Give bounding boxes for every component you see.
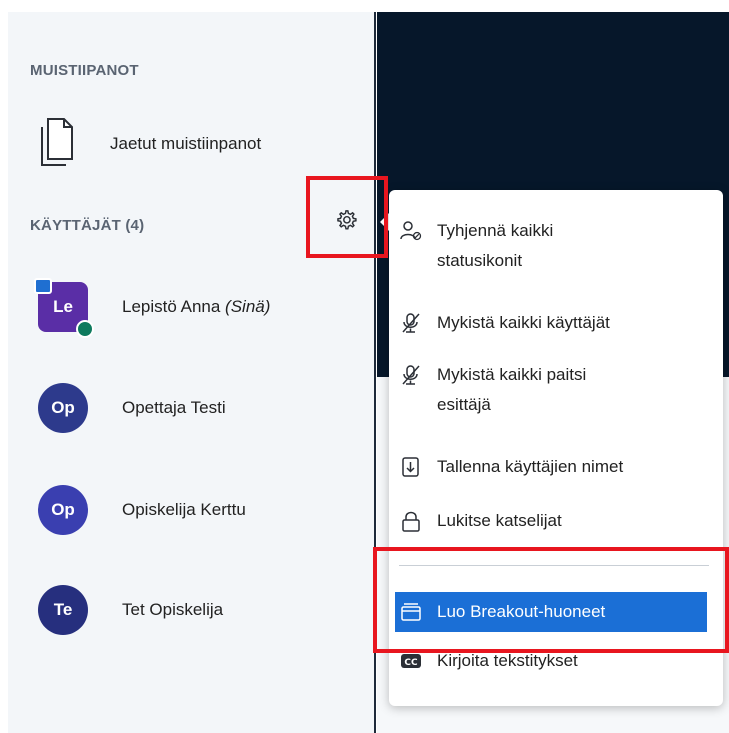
users-section-title: KÄYTTÄJÄT (4) [30, 217, 145, 234]
menu-item-label-line2: esittäjä [437, 395, 491, 414]
svg-text:CC: CC [404, 658, 418, 668]
save-user-names-menu-item[interactable]: Tallenna käyttäjien nimet [399, 452, 713, 482]
user-name: Opettaja Testi [122, 398, 226, 417]
lock-viewers-menu-item[interactable]: Lukitse katselijat [399, 506, 713, 536]
mic-off-icon [399, 360, 423, 390]
avatar: Le [34, 278, 94, 338]
menu-item-label: Mykistä kaikki paitsi esittäjä [437, 360, 586, 420]
user-name-text: Lepistö Anna [122, 297, 221, 316]
user-list-item-lepisto[interactable]: Le Lepistö Anna (Sinä) [34, 275, 270, 339]
avatar-initials: Op [51, 500, 75, 519]
notes-section-title: MUISTIIPANOT [30, 62, 139, 79]
avatar: Op [38, 383, 88, 433]
menu-item-label-line1: Tyhjennä kaikki [437, 221, 554, 240]
avatar-initials: Op [51, 398, 75, 417]
menu-item-label: Tallenna käyttäjien nimet [437, 457, 624, 476]
breakout-highlight-box [373, 547, 729, 653]
microphone-icon [76, 320, 94, 338]
mic-off-icon [399, 308, 423, 338]
lock-icon [399, 506, 423, 536]
user-name: Tet Opiskelija [122, 600, 224, 619]
menu-item-label-line1: Mykistä kaikki paitsi [437, 365, 587, 384]
gear-highlight-box [306, 176, 388, 258]
menu-item-label-line2: statusikonit [437, 251, 523, 270]
clear-status-icon [399, 216, 423, 246]
avatar: Te [38, 585, 88, 635]
download-icon [399, 452, 423, 482]
user-list-item-tet[interactable]: Te Tet Opiskelija [38, 578, 223, 642]
presenter-icon [34, 278, 52, 294]
menu-item-label: Lukitse katselijat [437, 511, 562, 530]
current-user-suffix: (Sinä) [225, 297, 271, 316]
avatar: Op [38, 485, 88, 535]
user-name: Lepistö Anna (Sinä) [122, 297, 270, 317]
menu-item-label: Tyhjennä kaikki statusikonit [437, 216, 553, 276]
user-name: Opiskelija Kerttu [122, 500, 246, 519]
clear-status-menu-item[interactable]: Tyhjennä kaikki statusikonit [399, 216, 713, 276]
menu-item-label: Mykistä kaikki käyttäjät [437, 313, 610, 332]
avatar-initials: Te [53, 600, 73, 619]
shared-notes-item[interactable]: Jaetut muistiinpanot [38, 117, 262, 172]
shared-notes-label: Jaetut muistiinpanot [110, 134, 262, 153]
avatar-initials: Le [53, 297, 73, 316]
user-list-item-kerttu[interactable]: Op Opiskelija Kerttu [38, 478, 246, 542]
document-stack-icon [38, 117, 74, 172]
mute-all-menu-item[interactable]: Mykistä kaikki käyttäjät [399, 308, 713, 338]
user-list-item-opettaja[interactable]: Op Opettaja Testi [38, 376, 226, 440]
mute-all-except-presenter-menu-item[interactable]: Mykistä kaikki paitsi esittäjä [399, 360, 713, 420]
